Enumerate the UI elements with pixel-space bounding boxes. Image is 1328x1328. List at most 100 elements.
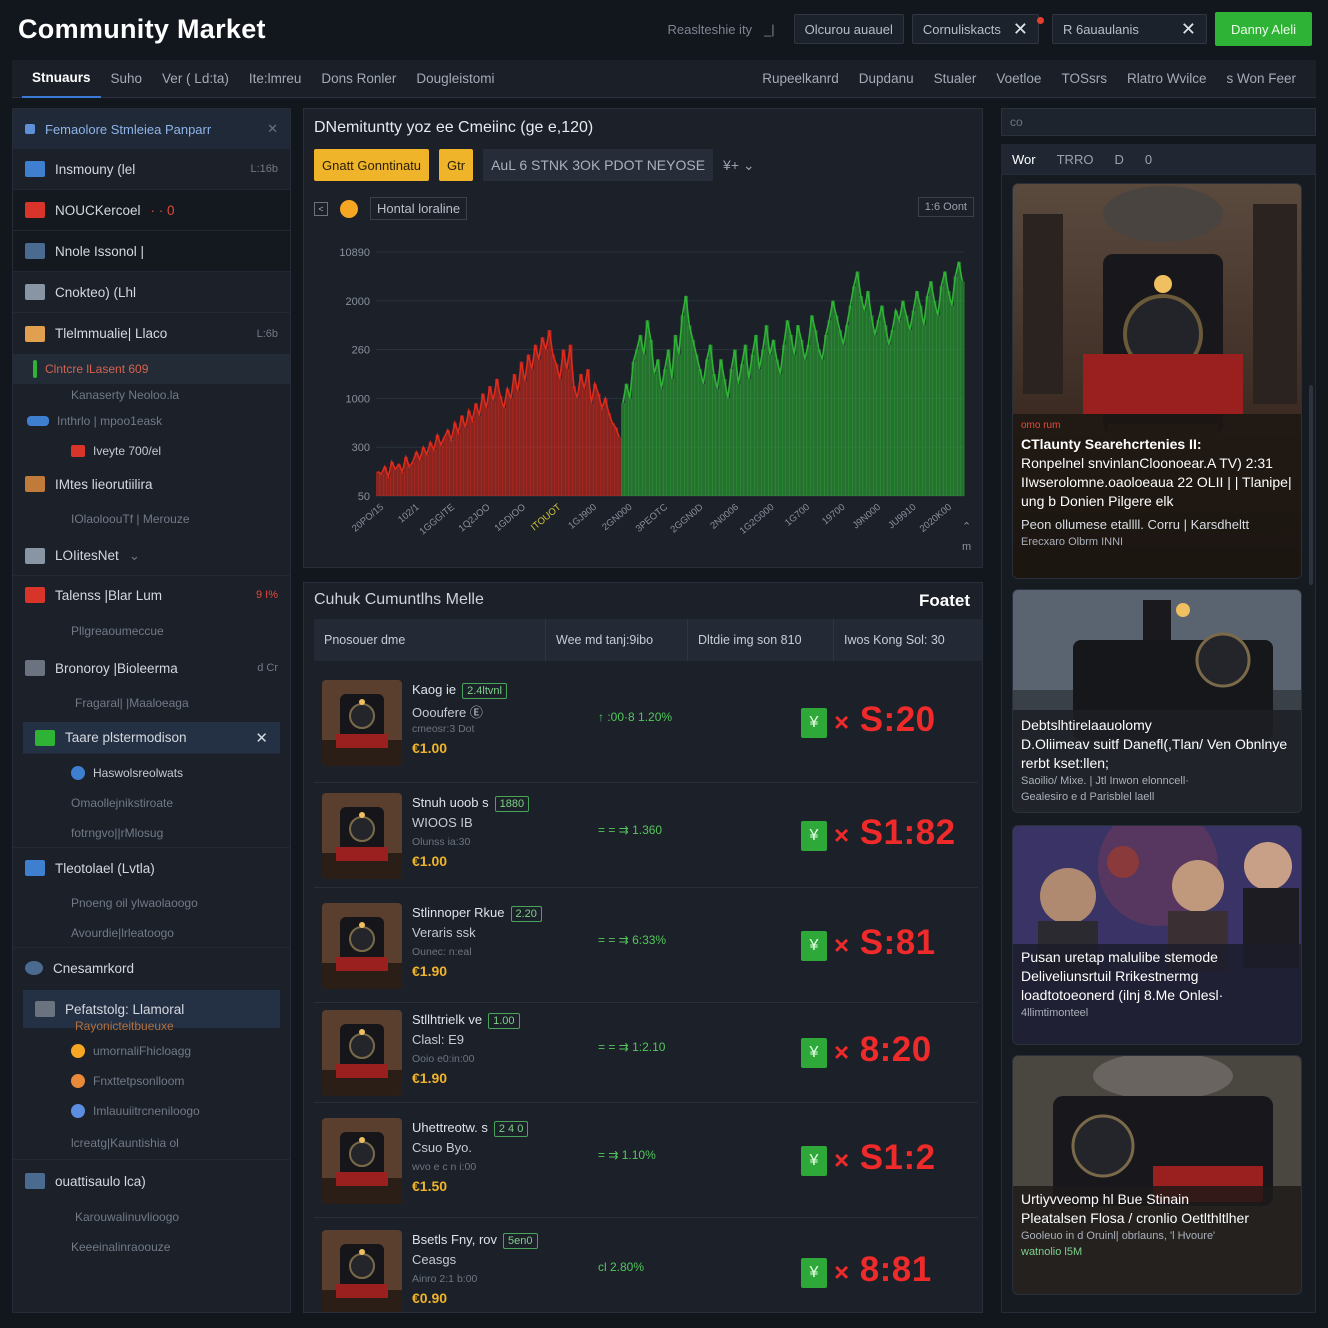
sidebar-item[interactable]: Bronoroy |Bioleerma d Cr	[13, 648, 290, 688]
nav-item[interactable]: Suho	[101, 60, 153, 98]
right-tab[interactable]: D	[1103, 152, 1133, 167]
nav-item[interactable]: Stualer	[924, 60, 987, 98]
sidebar-subitem[interactable]: Karouwalinuvlioogo	[13, 1202, 290, 1232]
chart-secondary-button[interactable]: Gtr	[439, 149, 474, 181]
sidebar-subitem[interactable]: Pnoeng oil ylwaolaoogo	[13, 888, 290, 918]
right-search-input[interactable]: co	[1001, 108, 1316, 136]
top-action-button[interactable]: Danny Aleli	[1214, 12, 1312, 46]
yen-icon[interactable]: ¥	[801, 821, 827, 851]
scrollbar[interactable]	[1309, 385, 1313, 585]
nav-item[interactable]: Stnuaurs	[22, 60, 101, 98]
sidebar-subitem[interactable]: Inthrlo | mpoo1eask	[13, 406, 290, 436]
nav-item[interactable]: TOSsrs	[1051, 60, 1117, 98]
chart-range-chip[interactable]: AuL 6 STNK 3OK PDOT NEYOSE	[483, 149, 714, 181]
sidebar-subitem[interactable]: Rayonicteitbueuxe	[13, 1016, 290, 1036]
sidebar-item[interactable]: ouattisaulo lca)	[13, 1160, 290, 1202]
column-header[interactable]: Dltdie img son 810	[688, 619, 834, 661]
table-row[interactable]: Uhettreotw. s 2 4 0 Csuo Byo. wvo e c n i:0…	[314, 1103, 978, 1218]
item-listing-price[interactable]: × 8:20	[834, 1030, 932, 1070]
chart-primary-button[interactable]: Gnatt Gonntinatu	[314, 149, 430, 181]
close-icon[interactable]: ✕	[267, 121, 278, 137]
sidebar-subitem[interactable]: umornaliFhicloagg	[13, 1036, 290, 1066]
top-chip-2[interactable]: Cornuliskacts ✕	[911, 14, 1039, 44]
zoom-chip[interactable]: 1:6 Oont	[917, 197, 974, 217]
sidebar-item[interactable]: Nnole Issonol |	[13, 231, 290, 272]
item-name[interactable]: Kaog ie 2.4ltvnl	[412, 682, 507, 699]
table-row[interactable]: Stlinnoper Rkue 2.20 Veraris ssk Ounec: n:e…	[314, 888, 978, 1003]
sidebar-item[interactable]: Cnokteo) (Lhl	[13, 272, 290, 313]
back-icon[interactable]: <	[314, 201, 328, 216]
range-select[interactable]: Hontal loraline	[370, 197, 468, 220]
item-listing-price[interactable]: × 8:81	[834, 1250, 932, 1290]
sidebar-subitem[interactable]: Avourdie|lrleatoogo	[13, 918, 290, 948]
sidebar-item[interactable]: Insmouny (lel L:16b	[13, 149, 290, 190]
nav-item[interactable]: Dons Ronler	[311, 60, 406, 98]
table-row[interactable]: Bsetls Fny, rov 5en0 Ceasgs Ainro 2:1 b:00 €…	[314, 1218, 978, 1312]
column-header[interactable]: Pnosouer dme	[314, 619, 546, 661]
nav-item[interactable]: Ver ( Ld:ta)	[152, 60, 239, 98]
sidebar-subitem[interactable]: Clntcre lLasent 609	[13, 354, 290, 384]
sidebar-subitem[interactable]: IOlaoloouTf | Merouze	[13, 502, 290, 536]
close-icon[interactable]: ✕	[1013, 19, 1028, 40]
sidebar-subitem[interactable]: Iveyte 700/el	[13, 436, 290, 466]
news-card[interactable]: Urtiyvveomp hl Bue Stinain Pleatalsen Fl…	[1012, 1055, 1302, 1295]
yen-icon[interactable]: ¥	[801, 1038, 827, 1068]
item-name[interactable]: Uhettreotw. s 2 4 0	[412, 1120, 529, 1137]
sidebar-subitem[interactable]: Fnxttetpsonlloom	[13, 1066, 290, 1096]
sidebar-subitem[interactable]: Imlauuiitrcneniloogo	[13, 1096, 290, 1126]
news-card[interactable]: omo rum CTlaunty Searehcrtenies II: Ronp…	[1012, 183, 1302, 579]
sidebar-subitem[interactable]: Omaollejnikstiroate	[13, 788, 290, 818]
nav-item[interactable]: Dougleistomi	[406, 60, 504, 98]
listings-filter-button[interactable]: Foatet	[919, 591, 970, 611]
news-card[interactable]: Debtslhtirelaauolomy D.Oliimeav suitf Da…	[1012, 589, 1302, 813]
nav-item[interactable]: Rupeelkanrd	[752, 60, 849, 98]
yen-icon[interactable]: ¥	[801, 931, 827, 961]
close-icon[interactable]: ✕	[255, 729, 268, 747]
nav-item[interactable]: s Won Feer	[1216, 60, 1306, 98]
sidebar-subitem[interactable]: Keeeinalinraoouze	[13, 1232, 290, 1262]
item-listing-price[interactable]: × S:81	[834, 923, 936, 963]
sidebar-item[interactable]: Cnesamrkord	[13, 948, 290, 988]
item-listing-price[interactable]: × S1:2	[834, 1138, 936, 1178]
sidebar-item[interactable]: NOUCKercoel · · 0	[13, 190, 290, 231]
table-row[interactable]: Stnuh uoob s 1880 WIOOS IB Olunss ia:30 €1.0…	[314, 783, 978, 888]
table-row[interactable]: Kaog ie 2.4ltvnl Oooufere Ⓔ cmeosr:3 Dot €1.…	[314, 663, 978, 783]
right-tab[interactable]: 0	[1134, 152, 1162, 167]
nav-item[interactable]: Voetloe	[986, 60, 1051, 98]
item-name[interactable]: Stlinnoper Rkue 2.20	[412, 905, 542, 922]
column-header[interactable]: Wee md tanj:9ibo	[546, 619, 688, 661]
sidebar-subitem[interactable]: Pllgreaoumeccue	[13, 614, 290, 648]
yen-icon[interactable]: ¥	[801, 1258, 827, 1288]
sidebar-item[interactable]: Talenss |Blar Lum 9 I%	[13, 576, 290, 614]
top-search[interactable]: Reaslteshie ity _|	[657, 14, 786, 44]
yen-icon[interactable]: ¥	[801, 708, 827, 738]
sidebar-subitem[interactable]: Kanaserty Neoloo.la	[13, 384, 290, 406]
sidebar-subitem[interactable]: lcreatg|Kauntishia ol	[13, 1126, 290, 1160]
sidebar-item[interactable]: LOIitesNet ⌄	[13, 536, 290, 576]
sidebar-item[interactable]: Tlelmmualie| Llaco L:6b	[13, 313, 290, 354]
table-row[interactable]: Stllhtrielk ve 1.00 Clasl: E9 Ooio e0:in:00…	[314, 1003, 978, 1103]
right-tab[interactable]: TRRO	[1046, 152, 1104, 167]
close-icon[interactable]: ✕	[1181, 19, 1196, 40]
item-listing-price[interactable]: × S1:82	[834, 813, 956, 853]
sidebar-subitem[interactable]: Fragaral| |Maaloeaga	[13, 688, 290, 718]
sidebar-subitem[interactable]: fotrngvo||rMlosug	[13, 818, 290, 848]
sidebar-item[interactable]: IMtes lieorutiilira	[13, 466, 290, 502]
item-name[interactable]: Bsetls Fny, rov 5en0	[412, 1232, 538, 1249]
nav-item[interactable]: Ite:lmreu	[239, 60, 312, 98]
chart-options-icon[interactable]: ¥+ ⌄	[723, 157, 755, 174]
news-card[interactable]: Pusan uretap malulibe stemode Deliveliun…	[1012, 825, 1302, 1045]
item-listing-price[interactable]: × S:20	[834, 700, 936, 740]
nav-item[interactable]: Rlatro Wvilce	[1117, 60, 1217, 98]
yen-icon[interactable]: ¥	[801, 1146, 827, 1176]
nav-item[interactable]: Dupdanu	[849, 60, 924, 98]
item-name[interactable]: Stnuh uoob s 1880	[412, 795, 530, 812]
top-chip-1[interactable]: Olcurou auauel	[793, 14, 904, 44]
top-chip-3[interactable]: R 6auaulanis ✕	[1051, 14, 1207, 44]
sidebar-subitem[interactable]: Haswolsreolwats	[13, 758, 290, 788]
right-tab[interactable]: Wor	[1001, 152, 1046, 167]
item-name[interactable]: Stllhtrielk ve 1.00	[412, 1012, 520, 1029]
sidebar-item[interactable]: Tleotolael (Lvtla)	[13, 848, 290, 888]
sidebar-item-selected[interactable]: Taare plstermodison ✕	[23, 722, 280, 754]
column-header[interactable]: Iwos Kong Sol: 30	[834, 619, 980, 661]
